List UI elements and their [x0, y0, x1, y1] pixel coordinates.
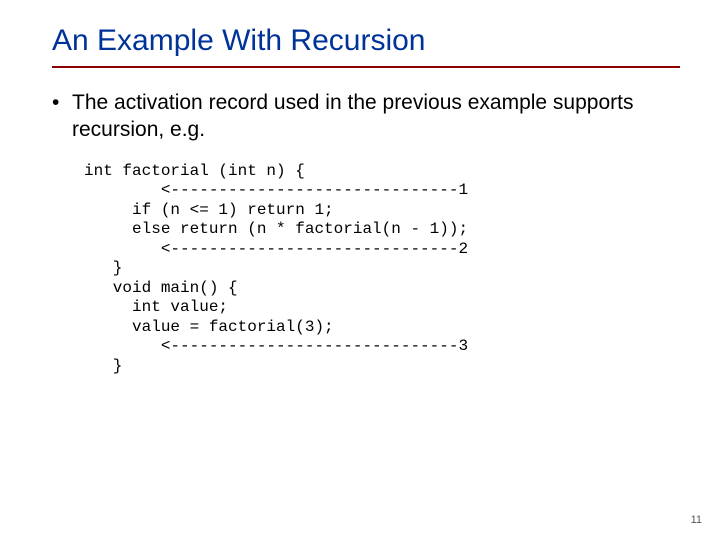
page-number: 11 — [691, 514, 702, 526]
slide-body: • The activation record used in the prev… — [52, 90, 680, 376]
slide: An Example With Recursion • The activati… — [0, 0, 720, 540]
code-block: int factorial (int n) { <---------------… — [84, 162, 680, 377]
title-rule — [52, 66, 680, 68]
bullet-text: The activation record used in the previo… — [72, 90, 680, 144]
bullet-item: • The activation record used in the prev… — [52, 90, 680, 144]
slide-title: An Example With Recursion — [52, 24, 680, 58]
bullet-marker: • — [52, 90, 72, 117]
